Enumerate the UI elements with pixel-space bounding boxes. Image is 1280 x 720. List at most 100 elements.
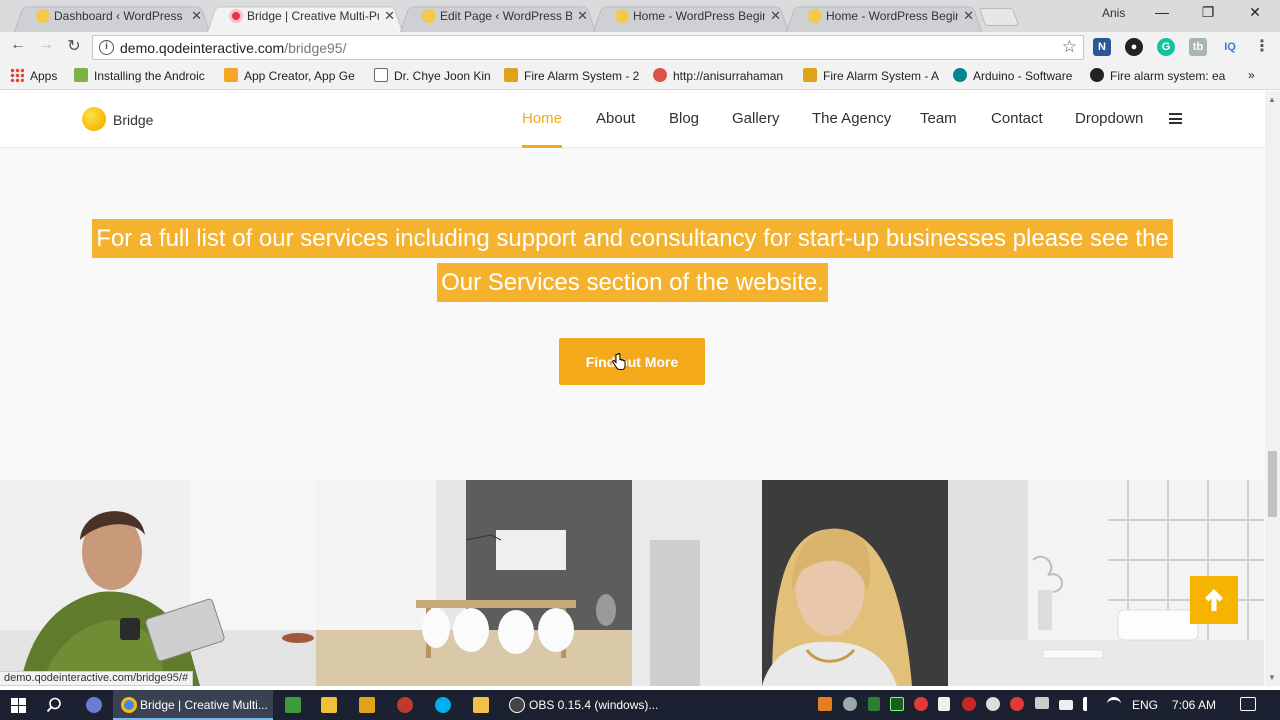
windows-start-icon[interactable] (11, 698, 26, 713)
display-icon[interactable] (1035, 697, 1049, 709)
bug-app-icon[interactable] (397, 697, 413, 713)
speaker-muted-icon[interactable] (938, 697, 950, 711)
bookmark-label: Fire Alarm System - 2 (524, 69, 640, 83)
nav-dropdown[interactable]: Dropdown (1075, 110, 1143, 127)
tab-close-icon[interactable]: ✕ (577, 4, 588, 28)
bookmark-item[interactable]: Fire Alarm System - 2 (504, 68, 642, 83)
notifications-icon[interactable] (1240, 697, 1256, 711)
iq-extension-icon[interactable]: IQ (1221, 38, 1239, 56)
forward-arrow-icon[interactable]: → (36, 36, 56, 54)
gallery-photo-dining-room[interactable] (316, 480, 632, 686)
browser-toolbar: ← → ↻ i demo.qodeinteractive.com/bridge9… (0, 32, 1280, 62)
active-nav-indicator (522, 145, 562, 148)
restore-icon[interactable]: ❐ (1198, 4, 1218, 21)
nav-gallery[interactable]: Gallery (732, 110, 780, 127)
scroll-up-arrow-icon[interactable]: ▲ (1268, 95, 1276, 104)
obs-icon (509, 697, 525, 713)
browser-tab[interactable]: Dashboard ‹ WordPress Beginner ✕ (14, 4, 210, 32)
nav-about[interactable]: About (596, 110, 635, 127)
camera-extension-icon[interactable]: ● (1125, 38, 1143, 56)
headline-line-2: Our Services section of the website. (437, 263, 828, 302)
page-scrollbar[interactable]: ▲ ▼ (1265, 91, 1280, 686)
bookmark-item[interactable]: http://anisurrahaman (653, 68, 789, 83)
url-text[interactable]: demo.qodeinteractive.com/bridge95/ (120, 40, 346, 56)
bookmarks-bar: Apps Installing the Androic App Creator,… (0, 62, 1280, 90)
site-info-icon[interactable]: i (99, 40, 114, 55)
tab-close-icon[interactable]: ✕ (191, 4, 202, 28)
fire-alarm-icon (803, 68, 817, 82)
gallery-photo-woman-portrait[interactable] (632, 480, 948, 686)
nav-team[interactable]: Team (920, 110, 957, 127)
grammarly-icon[interactable]: G (1157, 38, 1175, 56)
camtasia-icon[interactable] (285, 697, 301, 713)
nav-the-agency[interactable]: The Agency (812, 110, 891, 127)
bookmark-star-icon[interactable]: ☆ (1062, 37, 1077, 57)
tab-close-icon[interactable]: ✕ (384, 4, 395, 28)
apps-grid-icon (10, 68, 24, 82)
close-window-icon[interactable]: ✕ (1245, 4, 1265, 21)
minimize-icon[interactable]: — (1152, 4, 1172, 20)
search-icon[interactable] (46, 697, 62, 713)
profile-name[interactable]: Anis (1102, 6, 1125, 20)
new-tab-button[interactable] (978, 8, 1020, 26)
n-extension-icon[interactable]: N (1093, 38, 1111, 56)
onedrive-icon[interactable] (843, 697, 857, 711)
taskbar-pinned-app-icon[interactable] (86, 697, 102, 713)
gallery-photo-man-with-tablet[interactable] (0, 480, 316, 686)
nav-contact[interactable]: Contact (991, 110, 1043, 127)
link-icon (653, 68, 667, 82)
site-logo-text[interactable]: Bridge (113, 112, 153, 128)
bookmark-item[interactable]: Fire alarm system: ea (1090, 68, 1226, 83)
tray-green-app-icon[interactable] (890, 697, 904, 711)
security-shield-icon[interactable] (868, 697, 880, 711)
scrollbar-thumb[interactable] (1268, 451, 1277, 517)
tray-app-icon[interactable] (818, 697, 832, 711)
browser-tab[interactable]: Edit Page ‹ WordPress Beginner ✕ (400, 4, 596, 32)
find-out-more-button[interactable]: Find out More (559, 338, 705, 385)
back-arrow-icon[interactable]: ← (8, 36, 28, 54)
reload-icon[interactable]: ↻ (64, 36, 84, 56)
arduino-icon (953, 68, 967, 82)
bookmark-item[interactable]: Fire Alarm System - A (803, 68, 939, 83)
file-explorer-icon[interactable] (473, 697, 489, 713)
wifi-icon[interactable] (1107, 697, 1121, 711)
tab-title: Bridge | Creative Multi-Purpose (247, 9, 379, 23)
taskbar-chrome-window[interactable]: Bridge | Creative Multi... (113, 690, 273, 720)
bookmark-item[interactable]: Dr. Chye Joon Kin (374, 68, 494, 83)
clock[interactable]: 7:06 AM (1172, 698, 1216, 712)
sticky-notes-icon[interactable] (321, 697, 337, 713)
bookmark-item[interactable]: Arduino - Software (953, 68, 1079, 83)
volume-icon[interactable] (1083, 697, 1097, 711)
scroll-down-arrow-icon[interactable]: ▼ (1268, 673, 1276, 682)
nav-home[interactable]: Home (522, 110, 562, 127)
input-language[interactable]: ENG (1132, 698, 1158, 712)
nav-blog[interactable]: Blog (669, 110, 699, 127)
tray-red-app-icon[interactable] (914, 697, 928, 711)
skype-icon[interactable] (435, 697, 451, 713)
battery-icon[interactable] (1059, 700, 1073, 710)
taskbar-obs-window[interactable]: OBS 0.15.4 (windows)... (503, 690, 663, 720)
wordpress-favicon-icon (36, 9, 50, 23)
apps-shortcut[interactable]: Apps (10, 68, 57, 83)
bookmark-label: Fire alarm system: ea (1110, 69, 1226, 83)
bookmarks-overflow-icon[interactable]: » (1248, 68, 1255, 82)
chrome-menu-icon[interactable]: ⋮ (1252, 36, 1272, 56)
back-to-top-button[interactable] (1190, 576, 1238, 624)
tray-app-4-icon[interactable] (1010, 697, 1024, 711)
bridge-logo-icon[interactable] (82, 107, 106, 131)
browser-tab[interactable]: Home - WordPress Beginner ✕ (593, 4, 789, 32)
hamburger-menu-icon[interactable] (1169, 113, 1182, 124)
address-bar[interactable]: i demo.qodeinteractive.com/bridge95/ ☆ (92, 35, 1084, 60)
browser-tab-active[interactable]: Bridge | Creative Multi-Purpose ✕ (207, 4, 403, 32)
bookmark-item[interactable]: App Creator, App Ge (224, 68, 360, 83)
browser-tab[interactable]: Home - WordPress Beginner ✕ (786, 4, 982, 32)
tray-app-2-icon[interactable] (962, 697, 976, 711)
tray-app-3-icon[interactable] (986, 697, 1000, 711)
media-player-icon[interactable] (359, 697, 375, 713)
url-path: /bridge95/ (284, 40, 347, 56)
tab-title: Home - WordPress Beginner (826, 9, 958, 23)
bookmark-item[interactable]: Installing the Androic (74, 68, 210, 83)
tab-close-icon[interactable]: ✕ (770, 4, 781, 28)
tb-extension-icon[interactable]: tb (1189, 38, 1207, 56)
tab-close-icon[interactable]: ✕ (963, 4, 974, 28)
